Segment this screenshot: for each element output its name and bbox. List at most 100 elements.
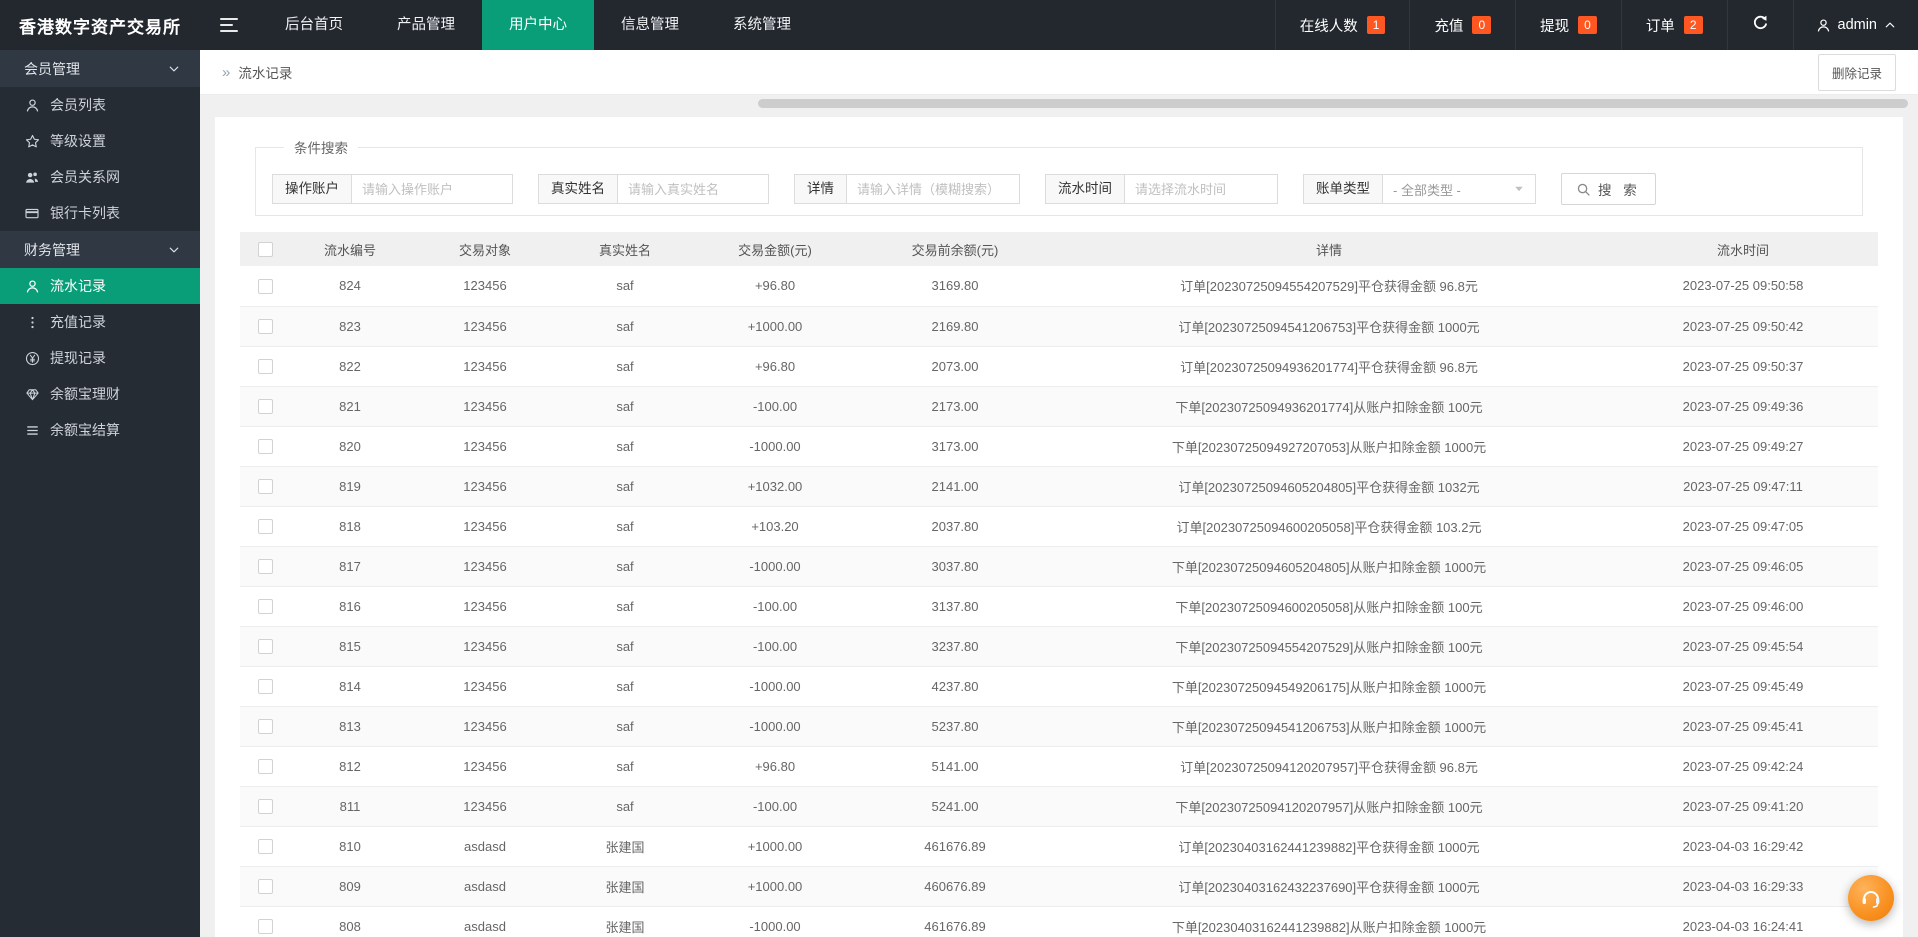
sidebar-group-5[interactable]: 财务管理 bbox=[0, 231, 200, 268]
search-input-1[interactable] bbox=[618, 175, 768, 203]
search-field-4: 账单类型 - 全部类型 - bbox=[1303, 174, 1536, 204]
customer-service-button[interactable] bbox=[1848, 875, 1894, 921]
col-header-3: 交易金额(元) bbox=[690, 232, 860, 266]
row-select-cell bbox=[240, 386, 290, 427]
row-checkbox[interactable] bbox=[257, 278, 273, 294]
realname-cell: saf bbox=[560, 346, 690, 387]
row-select-cell bbox=[240, 786, 290, 827]
time-cell: 2023-07-25 09:49:27 bbox=[1608, 426, 1878, 467]
search-input-3[interactable] bbox=[1125, 175, 1277, 203]
top-nav-item-4[interactable]: 系统管理 bbox=[706, 0, 818, 50]
delete-records-button[interactable]: 删除记录 bbox=[1817, 53, 1896, 91]
detail-cell: 下单[20230725094936201774]从账户扣除金额 100元 bbox=[1050, 386, 1608, 427]
search-row: 操作账户 真实姓名 详情 流水时间 账单类型 - 全部类型 - 搜 索 bbox=[272, 173, 1862, 205]
table-header-row: 流水编号 交易对象 真实姓名 交易金额(元) 交易前余额(元) 详情 流水时间 bbox=[240, 232, 1878, 266]
star-icon bbox=[24, 133, 40, 149]
sidebar-item-10[interactable]: 余额宝结算 bbox=[0, 412, 200, 448]
sidebar-item-label: 银行卡列表 bbox=[50, 205, 120, 221]
top-nav-item-2[interactable]: 用户中心 bbox=[482, 0, 594, 50]
row-select-cell bbox=[240, 346, 290, 387]
row-checkbox[interactable] bbox=[257, 559, 273, 575]
top-nav-item-3[interactable]: 信息管理 bbox=[594, 0, 706, 50]
trade-target-cell: 123456 bbox=[410, 586, 560, 627]
time-cell: 2023-04-03 16:29:42 bbox=[1608, 826, 1878, 867]
detail-cell: 订单[20230725094600205058]平仓获得金额 103.2元 bbox=[1050, 506, 1608, 547]
top-nav-item-1[interactable]: 产品管理 bbox=[370, 0, 482, 50]
horizontal-scrollbar-thumb[interactable] bbox=[758, 99, 1908, 108]
sidebar-item-1[interactable]: 会员列表 bbox=[0, 87, 200, 123]
detail-cell: 下单[20230725094541206753]从账户扣除金额 1000元 bbox=[1050, 706, 1608, 747]
row-checkbox[interactable] bbox=[257, 799, 273, 815]
trade-target-cell: 123456 bbox=[410, 346, 560, 387]
yen-circle-icon bbox=[24, 350, 40, 366]
sidebar-group-label: 会员管理 bbox=[24, 60, 80, 77]
detail-cell: 订单[20230725094605204805]平仓获得金额 1032元 bbox=[1050, 466, 1608, 507]
stat-online-users-label: 在线人数 bbox=[1299, 18, 1358, 35]
row-checkbox[interactable] bbox=[257, 399, 273, 415]
row-checkbox[interactable] bbox=[257, 719, 273, 735]
user-menu[interactable]: admin bbox=[1792, 0, 1918, 50]
table-row: 820 123456 saf -1000.00 3173.00 下单[2023072509… bbox=[240, 426, 1878, 467]
sidebar-item-7[interactable]: 充值记录 bbox=[0, 304, 200, 340]
menu-toggle-icon[interactable] bbox=[200, 0, 258, 50]
row-checkbox[interactable] bbox=[257, 519, 273, 535]
stat-online-users[interactable]: 在线人数 1 bbox=[1274, 0, 1410, 50]
row-select-cell bbox=[240, 586, 290, 627]
time-cell: 2023-07-25 09:50:58 bbox=[1608, 266, 1878, 307]
stat-orders-label: 订单 bbox=[1645, 18, 1675, 35]
sidebar-group-0[interactable]: 会员管理 bbox=[0, 50, 200, 87]
row-checkbox[interactable] bbox=[257, 879, 273, 895]
detail-cell: 订单[20230725094541206753]平仓获得金额 1000元 bbox=[1050, 306, 1608, 347]
flow-id-cell: 813 bbox=[290, 706, 410, 747]
sidebar-item-3[interactable]: 会员关系网 bbox=[0, 159, 200, 195]
realname-cell: saf bbox=[560, 666, 690, 707]
row-checkbox[interactable] bbox=[257, 359, 273, 375]
top-nav: 后台首页 产品管理 用户中心 信息管理 系统管理 bbox=[258, 0, 818, 50]
balance-cell: 2073.00 bbox=[860, 346, 1050, 387]
time-cell: 2023-04-03 16:29:33 bbox=[1608, 866, 1878, 907]
amount-cell: +1032.00 bbox=[690, 466, 860, 507]
stat-withdraw[interactable]: 提现 0 bbox=[1515, 0, 1621, 50]
top-nav-item-0[interactable]: 后台首页 bbox=[258, 0, 370, 50]
row-checkbox[interactable] bbox=[257, 759, 273, 775]
sidebar-item-2[interactable]: 等级设置 bbox=[0, 123, 200, 159]
sidebar-item-4[interactable]: 银行卡列表 bbox=[0, 195, 200, 231]
stat-recharge[interactable]: 充值 0 bbox=[1409, 0, 1515, 50]
realname-cell: 张建国 bbox=[560, 866, 690, 907]
detail-cell: 下单[20230403162441239882]从账户扣除金额 1000元 bbox=[1050, 906, 1608, 937]
table-row: 815 123456 saf -100.00 3237.80 下单[20230725094… bbox=[240, 626, 1878, 667]
row-checkbox[interactable] bbox=[257, 679, 273, 695]
search-input-2[interactable] bbox=[847, 175, 1019, 203]
trade-target-cell: asdasd bbox=[410, 906, 560, 937]
row-checkbox[interactable] bbox=[257, 839, 273, 855]
sidebar-item-6[interactable]: 流水记录 bbox=[0, 268, 200, 304]
search-field-3: 流水时间 bbox=[1045, 174, 1278, 204]
row-select-cell bbox=[240, 266, 290, 307]
detail-cell: 订单[20230725094936201774]平仓获得金额 96.8元 bbox=[1050, 346, 1608, 387]
row-checkbox[interactable] bbox=[257, 439, 273, 455]
trade-target-cell: 123456 bbox=[410, 626, 560, 667]
row-checkbox[interactable] bbox=[257, 319, 273, 335]
sidebar-item-8[interactable]: 提现记录 bbox=[0, 340, 200, 376]
table-row: 813 123456 saf -1000.00 5237.80 下单[2023072509… bbox=[240, 706, 1878, 747]
bill-type-select[interactable]: - 全部类型 - bbox=[1383, 175, 1535, 203]
row-checkbox[interactable] bbox=[257, 479, 273, 495]
row-select-cell bbox=[240, 626, 290, 667]
flow-id-cell: 816 bbox=[290, 586, 410, 627]
search-input-0[interactable] bbox=[352, 175, 512, 203]
search-button[interactable]: 搜 索 bbox=[1561, 173, 1656, 205]
row-checkbox[interactable] bbox=[257, 599, 273, 615]
stat-orders[interactable]: 订单 2 bbox=[1620, 0, 1727, 50]
flow-id-cell: 808 bbox=[290, 906, 410, 937]
select-all-checkbox[interactable] bbox=[257, 242, 273, 258]
refresh-button[interactable] bbox=[1726, 0, 1793, 50]
balance-cell: 461676.89 bbox=[860, 906, 1050, 937]
row-checkbox[interactable] bbox=[257, 639, 273, 655]
sidebar-item-9[interactable]: 余额宝理财 bbox=[0, 376, 200, 412]
row-checkbox[interactable] bbox=[257, 919, 273, 935]
row-select-cell bbox=[240, 306, 290, 347]
select-all-cell bbox=[240, 232, 290, 266]
search-field-label: 账单类型 bbox=[1304, 175, 1383, 203]
realname-cell: 张建国 bbox=[560, 906, 690, 937]
realname-cell: saf bbox=[560, 506, 690, 547]
